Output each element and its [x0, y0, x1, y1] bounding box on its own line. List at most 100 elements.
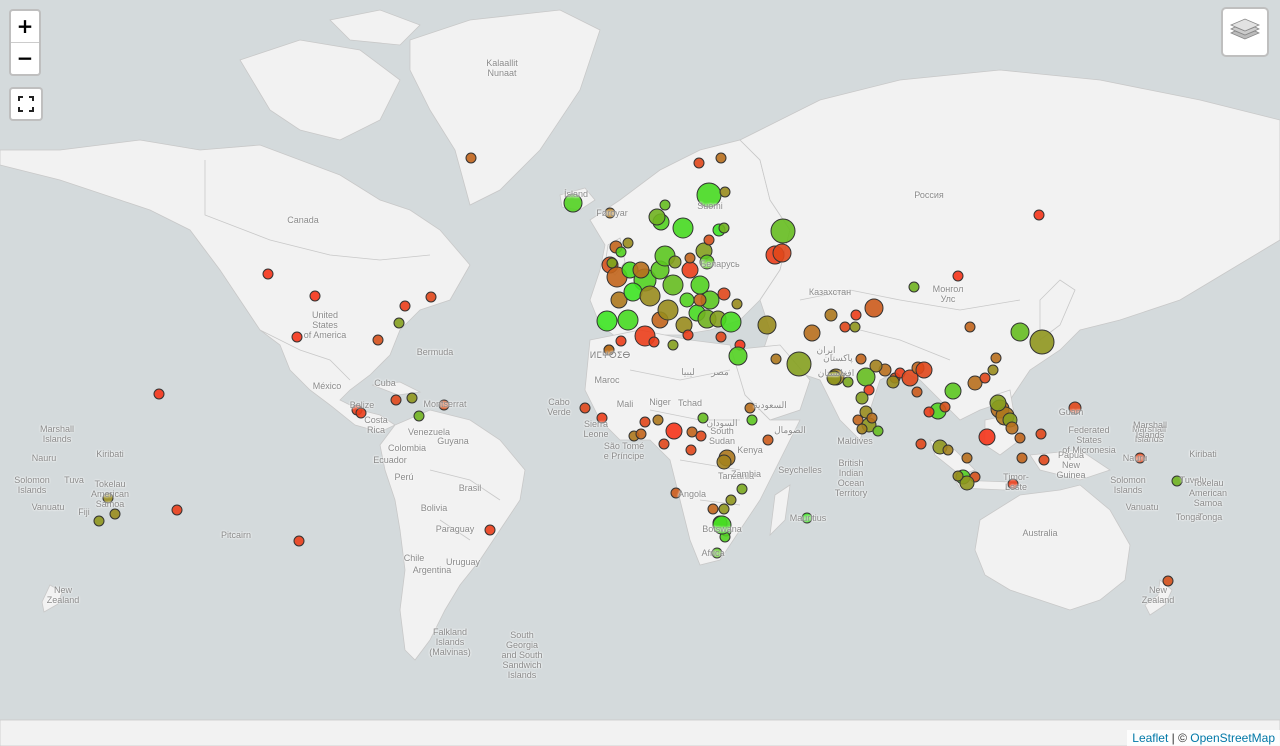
marker-europe-cluster-46[interactable]	[648, 336, 660, 348]
marker-europe-cluster-25[interactable]	[648, 208, 666, 226]
marker-sea-cluster-4[interactable]	[987, 364, 999, 376]
marker-australia-n[interactable]	[1007, 478, 1019, 490]
marker-india-cluster-5[interactable]	[855, 353, 867, 365]
marker-carib4[interactable]	[438, 399, 450, 411]
marker-europe-cluster-33[interactable]	[668, 255, 682, 269]
marker-europe-cluster-5[interactable]	[662, 274, 684, 296]
marker-europe-cluster-40[interactable]	[693, 293, 707, 307]
marker-europe-cluster-45[interactable]	[667, 339, 679, 351]
marker-pac2[interactable]	[102, 492, 114, 504]
marker-pac3[interactable]	[109, 508, 121, 520]
marker-sea-cluster-24[interactable]	[1038, 454, 1050, 466]
marker-africa-cluster-0[interactable]	[579, 402, 591, 414]
marker-africa-cluster-4[interactable]	[635, 428, 647, 440]
marker-sea-cluster-20[interactable]	[915, 438, 927, 450]
marker-europe-cluster-35[interactable]	[622, 237, 634, 249]
marker-carib2[interactable]	[406, 392, 418, 404]
marker-africa-cluster-1[interactable]	[596, 412, 608, 424]
marker-sea-cluster-19[interactable]	[952, 470, 964, 482]
marker-africa-cluster-19[interactable]	[707, 503, 719, 515]
marker-carib1[interactable]	[390, 394, 402, 406]
marker-sea-cluster-15[interactable]	[961, 452, 973, 464]
marker-africa-cluster-16[interactable]	[746, 414, 758, 426]
marker-africa-cluster-15[interactable]	[744, 402, 756, 414]
marker-sea-cluster-23[interactable]	[1016, 452, 1028, 464]
marker-russia-n[interactable]	[770, 218, 796, 244]
marker-india-cluster-1[interactable]	[824, 308, 838, 322]
marker-norway-n2[interactable]	[715, 152, 727, 164]
marker-europe-cluster-32[interactable]	[684, 252, 696, 264]
marker-china1[interactable]	[964, 321, 976, 333]
marker-africa-cluster-8[interactable]	[665, 422, 683, 440]
marker-pacific-e1[interactable]	[1134, 452, 1146, 464]
marker-europe-cluster-20[interactable]	[623, 282, 643, 302]
marker-china2[interactable]	[1010, 322, 1030, 342]
marker-faroe[interactable]	[604, 207, 616, 219]
marker-europe-cluster-39[interactable]	[679, 292, 695, 308]
marker-russia-w2[interactable]	[772, 243, 792, 263]
marker-usa-ne1[interactable]	[399, 300, 411, 312]
marker-sea-cluster-11[interactable]	[1014, 432, 1026, 444]
marker-india-cluster-2[interactable]	[839, 321, 851, 333]
marker-finland[interactable]	[719, 186, 731, 198]
marker-africa-cluster-25[interactable]	[711, 547, 723, 559]
marker-sea-cluster-25[interactable]	[1068, 401, 1082, 415]
marker-india-cluster-7[interactable]	[842, 376, 854, 388]
marker-europe-cluster-10[interactable]	[617, 309, 639, 331]
marker-europe-cluster-41[interactable]	[717, 287, 731, 301]
marker-africa-cluster-27[interactable]	[770, 353, 782, 365]
zoom-in-button[interactable]: +	[11, 11, 39, 43]
leaflet-link[interactable]: Leaflet	[1132, 731, 1168, 745]
marker-russia-e[interactable]	[1033, 209, 1045, 221]
marker-mongolia[interactable]	[952, 270, 964, 282]
marker-india-cluster-15[interactable]	[856, 423, 868, 435]
marker-mongolia2[interactable]	[908, 281, 920, 293]
marker-japan[interactable]	[1029, 329, 1055, 355]
marker-sea-cluster-10[interactable]	[978, 428, 996, 446]
marker-africa-cluster-10[interactable]	[697, 412, 709, 424]
marker-india-cluster-0[interactable]	[803, 324, 821, 342]
marker-europe-cluster-28[interactable]	[699, 254, 715, 270]
marker-sea-cluster-21[interactable]	[923, 406, 935, 418]
marker-iceland[interactable]	[563, 193, 583, 213]
marker-europe-cluster-34[interactable]	[632, 261, 650, 279]
marker-europe-cluster-26[interactable]	[659, 199, 671, 211]
marker-southafrica[interactable]	[712, 515, 732, 535]
marker-africa-cluster-21[interactable]	[725, 494, 737, 506]
marker-greenland[interactable]	[465, 152, 477, 164]
marker-europe-cluster-6[interactable]	[681, 261, 699, 279]
marker-europe-cluster-23[interactable]	[672, 217, 694, 239]
marker-sea-cluster-14[interactable]	[942, 444, 954, 456]
marker-newzealand[interactable]	[1162, 575, 1174, 587]
marker-pitcairn1[interactable]	[171, 504, 183, 516]
marker-sea-cluster-22[interactable]	[989, 394, 1007, 412]
marker-india-cluster-4[interactable]	[849, 321, 861, 333]
marker-africa-cluster-9[interactable]	[686, 426, 698, 438]
marker-europe-cluster-38[interactable]	[606, 257, 618, 269]
marker-sea-cluster-3[interactable]	[979, 372, 991, 384]
marker-sea-cluster-26[interactable]	[939, 401, 951, 413]
marker-europe-cluster-44[interactable]	[682, 329, 694, 341]
marker-usa-nw[interactable]	[262, 268, 274, 280]
marker-europe-cluster-43[interactable]	[715, 331, 727, 343]
marker-africa-cluster-12[interactable]	[685, 444, 697, 456]
marker-india-cluster-24[interactable]	[911, 386, 923, 398]
marker-india-cluster-16[interactable]	[866, 412, 878, 424]
marker-norway-n1[interactable]	[693, 157, 705, 169]
marker-europe-cluster-37[interactable]	[615, 246, 627, 258]
marker-india-cluster-22[interactable]	[915, 361, 933, 379]
marker-europe-cluster-31[interactable]	[718, 222, 730, 234]
layers-button[interactable]	[1221, 7, 1269, 57]
marker-centam2[interactable]	[355, 407, 367, 419]
marker-usa-mid[interactable]	[309, 290, 321, 302]
zoom-out-button[interactable]: −	[11, 43, 39, 74]
marker-europe-cluster-13[interactable]	[657, 299, 679, 321]
marker-pitcairn2[interactable]	[293, 535, 305, 547]
marker-india-cluster-17[interactable]	[872, 425, 884, 437]
marker-africa-cluster-20[interactable]	[718, 503, 730, 515]
marker-africa-cluster-5[interactable]	[639, 416, 651, 428]
marker-sweden[interactable]	[696, 182, 722, 208]
marker-europe-cluster-9[interactable]	[596, 310, 618, 332]
fullscreen-button[interactable]	[9, 87, 43, 121]
marker-africa-cluster-17[interactable]	[762, 434, 774, 446]
